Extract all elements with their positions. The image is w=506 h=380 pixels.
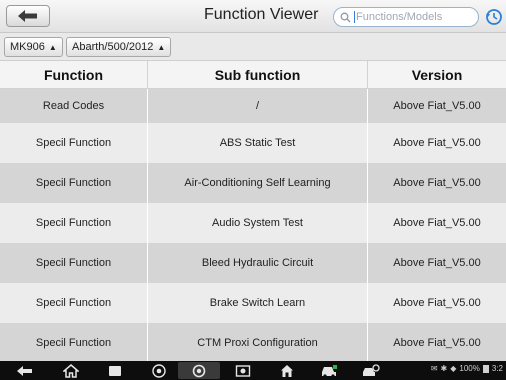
table-row[interactable]: Specil Function ABS Static Test Above Fi…: [0, 123, 506, 163]
table-row[interactable]: Read Codes / Above Fiat_V5.00: [0, 89, 506, 123]
car-settings-icon: [363, 363, 380, 376]
breadcrumb-model[interactable]: MK906 ▲: [4, 37, 63, 57]
cell-function: Specil Function: [0, 163, 148, 203]
search-icon: [340, 12, 351, 22]
history-button[interactable]: [485, 8, 503, 26]
nav-recents-icon: [109, 365, 121, 376]
column-header-function: Function: [0, 61, 148, 88]
cell-sub-function: CTM Proxi Configuration: [148, 323, 368, 363]
history-icon: [486, 9, 502, 25]
nav-back-icon: [17, 365, 32, 376]
table-row[interactable]: Specil Function CTM Proxi Configuration …: [0, 323, 506, 363]
breadcrumb-label: Abarth/500/2012: [72, 41, 154, 53]
cell-function: Specil Function: [0, 123, 148, 163]
screenshot-button[interactable]: [232, 362, 254, 379]
car-icon: [322, 364, 337, 378]
cell-sub-function: Brake Switch Learn: [148, 283, 368, 323]
cell-sub-function: Air-Conditioning Self Learning: [148, 163, 368, 203]
cell-version: Above Fiat_V5.00: [393, 257, 481, 269]
triangle-up-icon: ▲: [48, 42, 57, 52]
table-row[interactable]: Specil Function Brake Switch Learn Above…: [0, 283, 506, 323]
search-input[interactable]: Functions/Models: [333, 7, 479, 27]
cell-sub-function: /: [148, 89, 368, 123]
browser-button[interactable]: [148, 362, 170, 379]
bluetooth-icon: ✱: [440, 364, 448, 373]
text-cursor: [354, 11, 355, 23]
notification-icon: ✉: [430, 364, 438, 373]
cell-version: Above Fiat_V5.00: [393, 100, 481, 112]
nav-home-button[interactable]: [60, 362, 82, 379]
search-placeholder: Functions/Models: [356, 11, 443, 23]
nav-back-button[interactable]: [14, 362, 36, 379]
wifi-icon: ◆: [450, 364, 457, 373]
cell-version: Above Fiat_V5.00: [393, 217, 481, 229]
back-button[interactable]: [6, 5, 50, 27]
screenshot-icon: [235, 364, 251, 377]
table-row[interactable]: Specil Function Bleed Hydraulic Circuit …: [0, 243, 506, 283]
cell-function: Specil Function: [0, 283, 148, 323]
nav-recents-button[interactable]: [104, 362, 126, 379]
cell-function: Specil Function: [0, 323, 148, 363]
function-table: Function Sub function Version Read Codes…: [0, 61, 506, 373]
triangle-up-icon: ▲: [157, 42, 166, 52]
nav-home-icon: [63, 363, 79, 378]
table-row[interactable]: Specil Function Audio System Test Above …: [0, 203, 506, 243]
status-area: ✉ ✱ ◆ 100% 3:2: [431, 364, 503, 373]
car-settings-button[interactable]: [360, 362, 382, 379]
cell-sub-function: Bleed Hydraulic Circuit: [148, 243, 368, 283]
cell-function: Read Codes: [0, 89, 148, 123]
browser-icon: [152, 363, 166, 378]
column-header-sub-function: Sub function: [148, 61, 368, 88]
cell-function: Specil Function: [0, 243, 148, 283]
cell-version: Above Fiat_V5.00: [393, 337, 481, 349]
cell-sub-function: ABS Static Test: [148, 123, 368, 163]
battery-icon: [482, 364, 489, 373]
breadcrumb-vehicle[interactable]: Abarth/500/2012 ▲: [66, 37, 172, 57]
cell-sub-function: Audio System Test: [148, 203, 368, 243]
breadcrumb: MK906 ▲ Abarth/500/2012 ▲: [0, 33, 506, 61]
cell-version: Above Fiat_V5.00: [393, 297, 481, 309]
house-icon: [281, 364, 293, 377]
camera-button[interactable]: [178, 362, 220, 379]
clock: 3:2: [491, 364, 503, 373]
car-button[interactable]: [318, 362, 340, 379]
battery-level: 100%: [459, 364, 480, 373]
house-button[interactable]: [276, 362, 298, 379]
title-bar: Function Viewer Functions/Models: [0, 0, 506, 33]
cell-version: Above Fiat_V5.00: [393, 137, 481, 149]
table-row[interactable]: Specil Function Air-Conditioning Self Le…: [0, 163, 506, 203]
page-title: Function Viewer: [204, 6, 319, 23]
cell-version: Above Fiat_V5.00: [393, 177, 481, 189]
camera-icon: [192, 364, 206, 377]
navigation-bar: ✉ ✱ ◆ 100% 3:2: [0, 361, 506, 380]
back-arrow-icon: [18, 10, 37, 22]
cell-function: Specil Function: [0, 203, 148, 243]
breadcrumb-label: MK906: [10, 41, 45, 53]
table-header: Function Sub function Version: [0, 61, 506, 89]
column-header-version: Version: [411, 66, 463, 83]
